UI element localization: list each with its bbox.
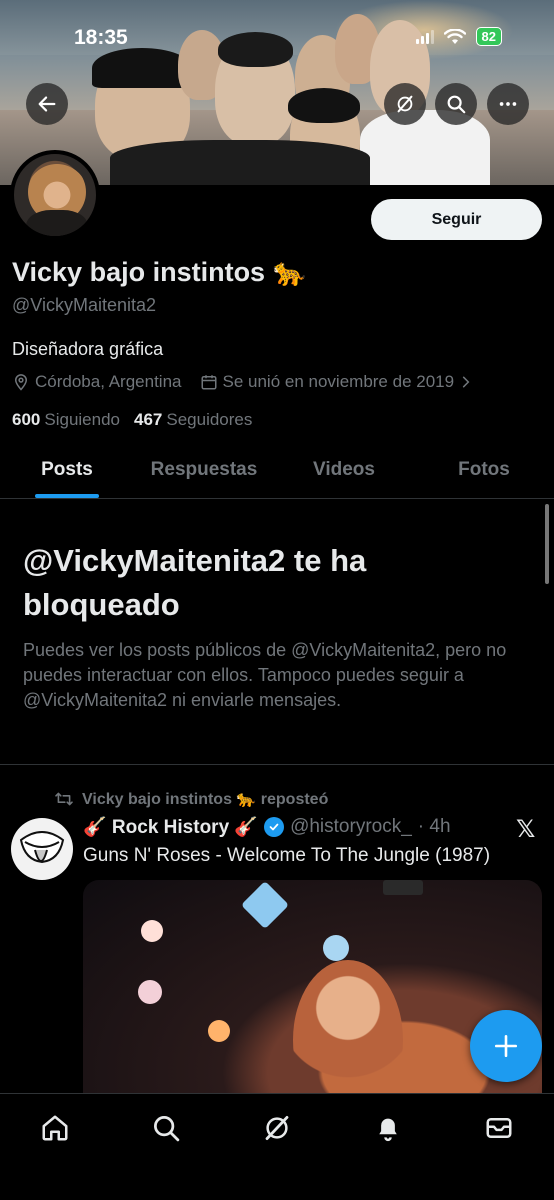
active-tab-indicator	[35, 494, 99, 498]
signal-icon	[415, 29, 434, 44]
repost-indicator[interactable]: Vicky bajo instintos 🐆 reposteó	[54, 789, 328, 809]
tab-fotos[interactable]: Fotos	[414, 442, 554, 498]
bottom-nav	[0, 1093, 554, 1200]
location-pin-icon	[14, 374, 28, 391]
profile-bio: Diseñadora gráfica	[12, 339, 164, 359]
post-text: Guns N' Roses - Welcome To The Jungle (1…	[83, 845, 491, 866]
profile-tabs: Posts Respuestas Videos Fotos	[0, 442, 554, 499]
followers-link[interactable]: 467 Seguidores	[134, 410, 252, 430]
scrollbar[interactable]	[545, 504, 549, 584]
blocked-text: Puedes ver los posts públicos de @VickyM…	[23, 640, 507, 710]
verified-badge-icon	[264, 817, 285, 837]
profile-counts: 600 Siguiendo 467 Seguidores	[12, 410, 252, 430]
compose-button[interactable]	[470, 1010, 542, 1082]
bell-icon	[379, 1118, 397, 1142]
blocked-title: @VickyMaitenita2 te ha bloqueado	[23, 543, 367, 622]
more-button[interactable]	[487, 83, 529, 125]
compose-plus-icon	[494, 1034, 518, 1058]
nav-home[interactable]	[39, 1112, 71, 1144]
status-time: 18:35	[74, 26, 128, 49]
battery-indicator: 82	[475, 27, 502, 46]
search-icon	[154, 1116, 180, 1142]
rolling-stones-logo	[19, 831, 65, 864]
joined-text: Se unió en noviembre de 2019	[222, 372, 455, 391]
divider	[0, 764, 554, 765]
x-logo-icon: 𝕏	[516, 816, 536, 843]
mail-icon	[486, 1118, 512, 1138]
back-button[interactable]	[26, 83, 68, 125]
profile-name: Vicky bajo instintos 🐆	[12, 257, 307, 287]
profile-location: Córdoba, Argentina	[12, 372, 182, 392]
follow-button[interactable]: Seguir	[371, 199, 542, 240]
post-header: 🎸 Rock History 🎸 @historyrock_ · 4h	[83, 815, 451, 839]
post-video[interactable]	[83, 880, 542, 1120]
grok-icon	[265, 1116, 289, 1140]
nav-notifications[interactable]	[372, 1112, 404, 1144]
more-icon	[499, 102, 517, 106]
nav-search[interactable]	[150, 1112, 182, 1144]
post-author-name[interactable]: 🎸 Rock History 🎸	[83, 815, 258, 839]
profile-meta: Córdoba, Argentina Se unió en noviembre …	[12, 372, 491, 392]
wifi-icon	[443, 28, 466, 44]
nav-grok[interactable]	[261, 1112, 293, 1144]
back-arrow-icon	[38, 96, 56, 112]
profile-avatar[interactable]	[10, 150, 100, 240]
nav-messages[interactable]	[483, 1112, 515, 1144]
grok-button[interactable]	[384, 83, 426, 125]
location-text: Córdoba, Argentina	[35, 372, 182, 391]
home-icon	[42, 1115, 68, 1141]
status-icons: 82	[415, 27, 502, 46]
calendar-icon	[201, 375, 216, 390]
profile-joined[interactable]: Se unió en noviembre de 2019	[200, 372, 474, 392]
profile-handle: @VickyMaitenita2	[12, 295, 156, 315]
post-author-handle[interactable]: @historyrock_	[290, 816, 412, 838]
repost-icon	[55, 792, 73, 806]
tab-posts[interactable]: Posts	[0, 442, 134, 498]
tab-videos[interactable]: Videos	[274, 442, 414, 498]
repost-label: Vicky bajo instintos 🐆 reposteó	[82, 791, 329, 808]
tab-respuestas[interactable]: Respuestas	[134, 442, 274, 498]
search-button[interactable]	[435, 83, 477, 125]
post-time: · 4h	[417, 816, 451, 837]
following-link[interactable]: 600 Siguiendo	[12, 410, 120, 430]
post-author-avatar[interactable]	[11, 818, 73, 880]
grok-icon	[397, 95, 413, 113]
chevron-right-icon	[462, 376, 470, 388]
search-icon	[447, 95, 466, 114]
